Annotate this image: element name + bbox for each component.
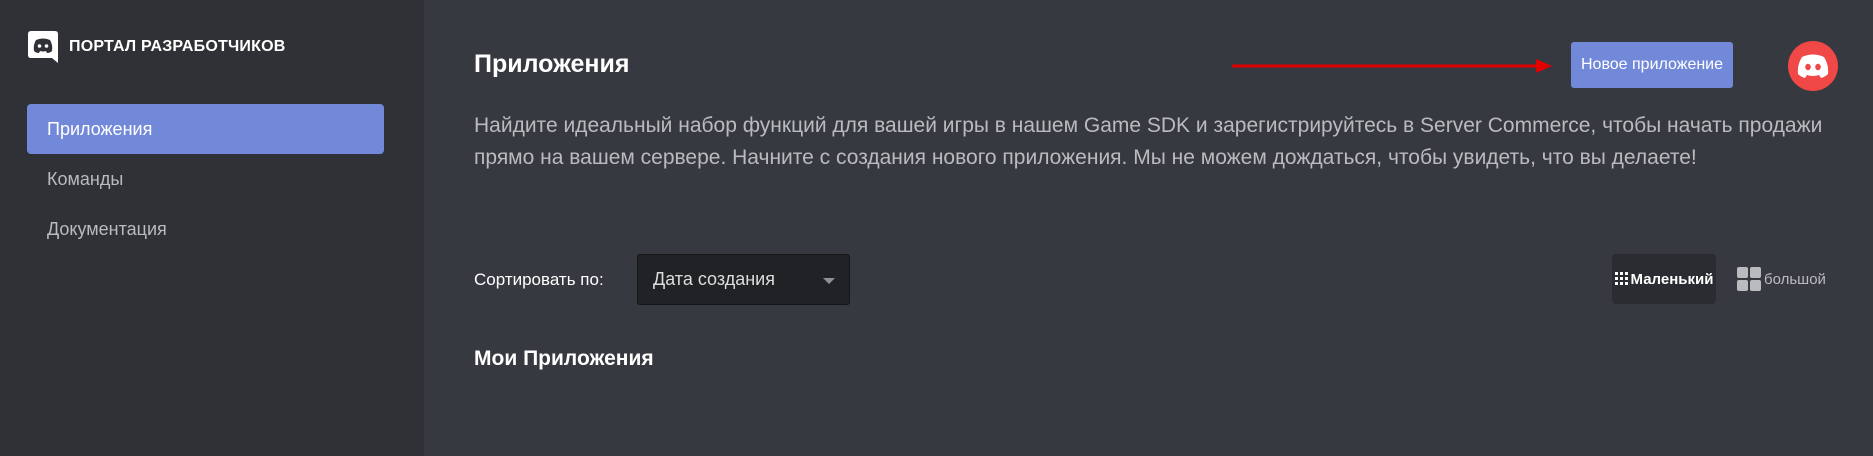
view-small-label: Маленький [1630,270,1714,288]
view-small-button[interactable]: Маленький [1612,254,1716,304]
sort-dropdown[interactable]: Дата создания [637,254,850,305]
grid-small-icon [1614,272,1628,285]
page-title: Приложения [474,50,630,78]
sidebar-nav: Приложения Команды Документация [27,104,384,254]
page-description: Найдите идеальный набор функций для ваше… [474,114,1823,169]
view-large-button[interactable]: большой [1737,265,1826,293]
discord-logo-icon [28,31,58,63]
sidebar: ПОРТАЛ РАЗРАБОТЧИКОВ Приложения Команды … [0,0,424,456]
avatar[interactable] [1788,41,1838,91]
sidebar-item-documentation[interactable]: Документация [27,204,384,254]
brand-title: ПОРТАЛ РАЗРАБОТЧИКОВ [69,38,286,55]
sort-label: Сортировать по: [474,270,604,289]
chevron-down-icon [823,278,835,284]
sidebar-item-teams[interactable]: Команды [27,154,384,204]
main-content: Приложения Новое приложение Найдите идеа… [424,0,1873,456]
sidebar-item-applications[interactable]: Приложения [27,104,384,154]
grid-large-icon [1737,266,1761,291]
red-arrow-annotation [1232,59,1552,73]
discord-logo-icon [1797,54,1829,78]
my-applications-heading: Мои Приложения [474,347,654,370]
sort-selected-value: Дата создания [653,269,775,289]
view-large-label: большой [1764,270,1826,288]
brand[interactable]: ПОРТАЛ РАЗРАБОТЧИКОВ [28,31,285,63]
new-application-button[interactable]: Новое приложение [1571,42,1733,88]
